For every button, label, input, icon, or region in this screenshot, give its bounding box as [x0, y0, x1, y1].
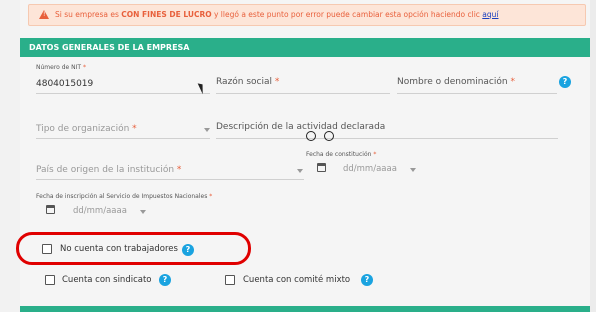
- tipo-organizacion-underline: [36, 138, 210, 139]
- chevron-down-icon[interactable]: [140, 210, 146, 214]
- alert-text-bold: CON FINES DE LUCRO: [121, 10, 212, 19]
- alert-text-prefix: Si su empresa es: [55, 10, 122, 19]
- nombre-help-icon[interactable]: ?: [559, 76, 571, 88]
- comite-mixto-checkbox[interactable]: [225, 275, 235, 285]
- calendar-icon[interactable]: [317, 163, 326, 172]
- actividad-underline: [216, 138, 558, 139]
- scrollbar-track[interactable]: [590, 0, 596, 312]
- sindicato-help-icon[interactable]: ?: [159, 274, 171, 286]
- nombre-underline: [397, 93, 557, 94]
- fecha-constitucion-input[interactable]: dd/mm/aaaa: [343, 164, 397, 174]
- next-section-header: [20, 306, 590, 312]
- fecha-inscripcion-input[interactable]: dd/mm/aaaa: [73, 206, 127, 216]
- nit-label: Número de NIT *: [36, 64, 86, 71]
- chevron-down-icon[interactable]: [204, 128, 210, 132]
- warning-alert: ! Si su empresa es CON FINES DE LUCRO y …: [28, 4, 586, 26]
- form-container: ! Si su empresa es CON FINES DE LUCRO y …: [16, 0, 590, 312]
- nit-underline: [36, 93, 210, 94]
- nit-input[interactable]: 4804015019: [36, 79, 93, 89]
- nombre-field[interactable]: Nombre o denominación *: [397, 77, 515, 87]
- section-title: DATOS GENERALES DE LA EMPRESA: [20, 38, 590, 57]
- page-margin-left: [0, 0, 20, 312]
- alert-link[interactable]: aquí: [482, 10, 498, 19]
- tipo-organizacion-select[interactable]: Tipo de organización *: [36, 124, 137, 134]
- chevron-down-icon[interactable]: [297, 169, 303, 173]
- comite-mixto-label: Cuenta con comité mixto: [243, 275, 351, 285]
- overlay-circles-icon: [306, 126, 342, 145]
- sindicato-label: Cuenta con sindicato: [62, 275, 152, 285]
- sindicato-checkbox[interactable]: [45, 275, 55, 285]
- comite-mixto-help-icon[interactable]: ?: [361, 274, 373, 286]
- fecha-constitucion-label: Fecha de constitución *: [306, 151, 377, 158]
- alert-text-middle: y llegó a este punto por error puede cam…: [211, 10, 483, 19]
- chevron-down-icon[interactable]: [410, 168, 416, 172]
- warning-icon: !: [39, 10, 49, 19]
- actividad-field[interactable]: Descripción de la actividad declarada: [216, 122, 385, 132]
- calendar-icon[interactable]: [46, 205, 55, 214]
- pais-origen-underline: [36, 179, 304, 180]
- fecha-inscripcion-label: Fecha de inscripción al Servicio de Impu…: [36, 193, 213, 200]
- pais-origen-select[interactable]: País de origen de la institución *: [36, 165, 181, 175]
- razon-social-underline: [216, 93, 390, 94]
- razon-social-field[interactable]: Razón social *: [216, 77, 279, 87]
- highlight-oval: [16, 232, 251, 265]
